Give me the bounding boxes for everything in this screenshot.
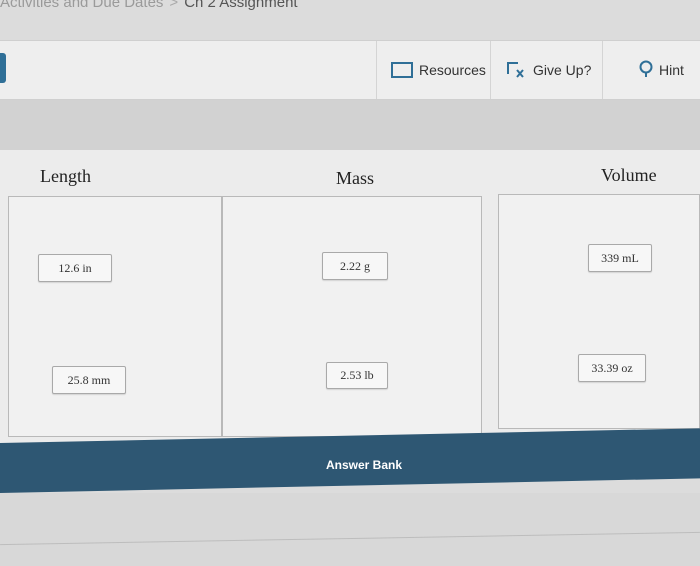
lightbulb-icon — [639, 60, 653, 80]
answer-chip[interactable]: 12.6 in — [38, 254, 112, 282]
answer-chip[interactable]: 2.22 g — [322, 252, 388, 280]
answer-chip[interactable]: 33.39 oz — [578, 354, 646, 382]
breadcrumb-current: Ch 2 Assignment — [184, 0, 298, 11]
give-up-icon — [505, 60, 527, 80]
breadcrumb-parent-link[interactable]: Activities and Due Dates — [0, 0, 163, 11]
hint-label: Hint — [659, 62, 684, 78]
breadcrumb: Activities and Due Dates > Ch 2 Assignment — [0, 0, 298, 14]
answer-chip[interactable]: 25.8 mm — [52, 366, 126, 394]
side-tab[interactable] — [0, 53, 6, 83]
folder-icon — [391, 61, 413, 79]
header-band — [0, 100, 700, 150]
resources-button[interactable]: Resources — [376, 41, 490, 99]
hint-button[interactable]: Hint — [602, 41, 700, 99]
resources-label: Resources — [419, 62, 486, 78]
breadcrumb-separator: > — [169, 0, 179, 11]
give-up-button[interactable]: Give Up? — [490, 41, 602, 99]
volume-column-title: Volume — [601, 165, 657, 185]
length-column-title: Length — [40, 166, 91, 186]
sorting-workspace: Length Mass Volume 12.6 in 25.8 mm 2.22 … — [0, 150, 700, 450]
answer-chip[interactable]: 2.53 lb — [326, 362, 388, 389]
answer-bank-area — [0, 493, 700, 566]
assignment-toolbar: Resources Give Up? Hint — [0, 40, 700, 100]
answer-chip[interactable]: 339 mL — [588, 244, 652, 272]
answer-bank-label: Answer Bank — [326, 458, 403, 472]
mass-column-title: Mass — [336, 168, 375, 188]
mass-drop-zone[interactable] — [222, 196, 482, 437]
length-drop-zone[interactable] — [8, 196, 222, 437]
give-up-label: Give Up? — [533, 62, 592, 78]
volume-drop-zone[interactable] — [498, 194, 700, 429]
